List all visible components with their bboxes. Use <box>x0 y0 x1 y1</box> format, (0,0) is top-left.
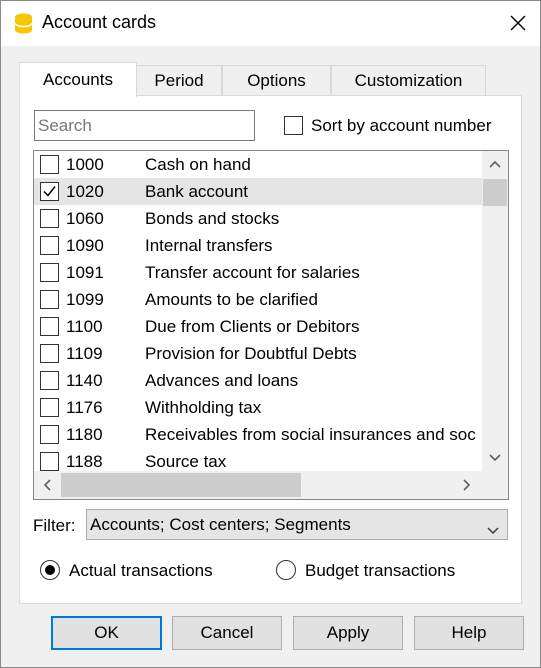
account-description: Transfer account for salaries <box>145 263 360 282</box>
close-button[interactable] <box>495 1 540 46</box>
title-bar: Account cards <box>1 1 540 46</box>
account-row[interactable]: 1100 Due from Clients or Debitors <box>34 313 482 340</box>
actual-transactions-label: Actual transactions <box>69 561 213 580</box>
account-row[interactable]: 1099 Amounts to be clarified <box>34 286 482 313</box>
account-description: Source tax <box>145 452 227 471</box>
account-number: 1091 <box>66 263 104 282</box>
account-description: Advances and loans <box>145 371 299 390</box>
account-number: 1140 <box>66 371 103 390</box>
account-number: 1000 <box>66 155 104 174</box>
account-checkbox[interactable] <box>40 182 59 201</box>
filter-select[interactable]: Accounts; Cost centers; Segments <box>86 509 508 540</box>
account-row[interactable]: 1140 Advances and loans <box>34 367 482 394</box>
account-checkbox[interactable] <box>40 155 59 174</box>
horizontal-scrollbar[interactable] <box>34 471 482 499</box>
account-row[interactable]: 1109 Provision for Doubtful Debts <box>34 340 482 367</box>
account-number: 1176 <box>66 398 103 417</box>
sort-by-number-checkbox[interactable] <box>284 116 303 135</box>
radio-selected-dot <box>45 565 55 575</box>
account-checkbox[interactable] <box>40 209 59 228</box>
ok-button[interactable]: OK <box>51 616 162 650</box>
tab-customization[interactable]: Customization <box>331 65 486 95</box>
account-description: Provision for Doubtful Debts <box>145 344 357 363</box>
account-description: Withholding tax <box>145 398 262 417</box>
account-row[interactable]: 1176 Withholding tax <box>34 394 482 421</box>
tab-period[interactable]: Period <box>136 65 222 95</box>
budget-transactions-radio[interactable] <box>276 560 296 580</box>
account-checkbox[interactable] <box>40 263 59 282</box>
filter-value: Accounts; Cost centers; Segments <box>90 515 351 534</box>
account-number: 1090 <box>66 236 104 255</box>
account-description: Cash on hand <box>145 155 251 174</box>
close-icon <box>510 15 526 31</box>
account-row[interactable]: 1091 Transfer account for salaries <box>34 259 482 286</box>
account-checkbox[interactable] <box>40 425 59 444</box>
cancel-button[interactable]: Cancel <box>172 616 282 650</box>
account-checkbox[interactable] <box>40 344 59 363</box>
banana-app-icon <box>14 13 33 34</box>
horizontal-scroll-thumb[interactable] <box>61 473 301 497</box>
account-description: Bank account <box>145 182 249 201</box>
dialog-title: Account cards <box>42 12 157 32</box>
account-row[interactable]: 1060 Bonds and stocks <box>34 205 482 232</box>
apply-button[interactable]: Apply <box>293 616 403 650</box>
account-row[interactable]: 1020 Bank account <box>34 178 482 205</box>
account-row[interactable]: 1090 Internal transfers <box>34 232 482 259</box>
account-number: 1188 <box>66 452 103 471</box>
account-number: 1180 <box>66 425 103 444</box>
scroll-down-icon[interactable] <box>482 445 508 471</box>
account-checkbox[interactable] <box>40 371 59 390</box>
account-description: Receivables from social insurances and s… <box>145 425 476 444</box>
chevron-down-icon <box>487 520 499 540</box>
vertical-scroll-thumb[interactable] <box>483 179 507 206</box>
accounts-panel: Sort by account number 1000Cash on hand1… <box>19 95 522 604</box>
tab-options[interactable]: Options <box>222 65 331 95</box>
account-checkbox[interactable] <box>40 398 59 417</box>
account-description: Internal transfers <box>145 236 273 255</box>
help-button[interactable]: Help <box>414 616 524 650</box>
account-row[interactable]: 1000 Cash on hand <box>34 151 482 178</box>
tab-accounts[interactable]: Accounts <box>19 62 137 97</box>
account-checkbox[interactable] <box>40 236 59 255</box>
account-checkbox[interactable] <box>40 317 59 336</box>
account-description: Amounts to be clarified <box>145 290 318 309</box>
account-row[interactable]: 1180 Receivables from social insurances a… <box>34 421 482 448</box>
scroll-left-icon[interactable] <box>34 472 60 498</box>
account-list: 1000 Cash on hand 1020 Bank account 1060 Bond… <box>33 150 509 500</box>
search-input[interactable] <box>34 110 255 141</box>
account-checkbox[interactable] <box>40 290 59 309</box>
account-number: 1109 <box>66 344 103 363</box>
budget-transactions-label: Budget transactions <box>305 561 456 580</box>
scroll-right-icon[interactable] <box>454 472 480 498</box>
scrollbar-corner <box>482 471 508 499</box>
account-description: Due from Clients or Debitors <box>145 317 360 336</box>
account-number: 1099 <box>66 290 104 309</box>
account-description: Bonds and stocks <box>145 209 280 228</box>
actual-transactions-radio[interactable] <box>40 560 60 580</box>
checkmark-icon <box>43 186 56 197</box>
account-number: 1100 <box>66 317 103 336</box>
account-checkbox[interactable] <box>40 452 59 471</box>
vertical-scrollbar[interactable] <box>482 151 508 472</box>
account-number: 1060 <box>66 209 104 228</box>
sort-by-number-label: Sort by account number <box>311 116 492 135</box>
account-cards-dialog: Account cards Accounts Period Options Cu… <box>0 0 541 668</box>
account-number: 1020 <box>66 182 104 201</box>
filter-label: Filter: <box>33 516 76 535</box>
scroll-up-icon[interactable] <box>482 151 508 177</box>
